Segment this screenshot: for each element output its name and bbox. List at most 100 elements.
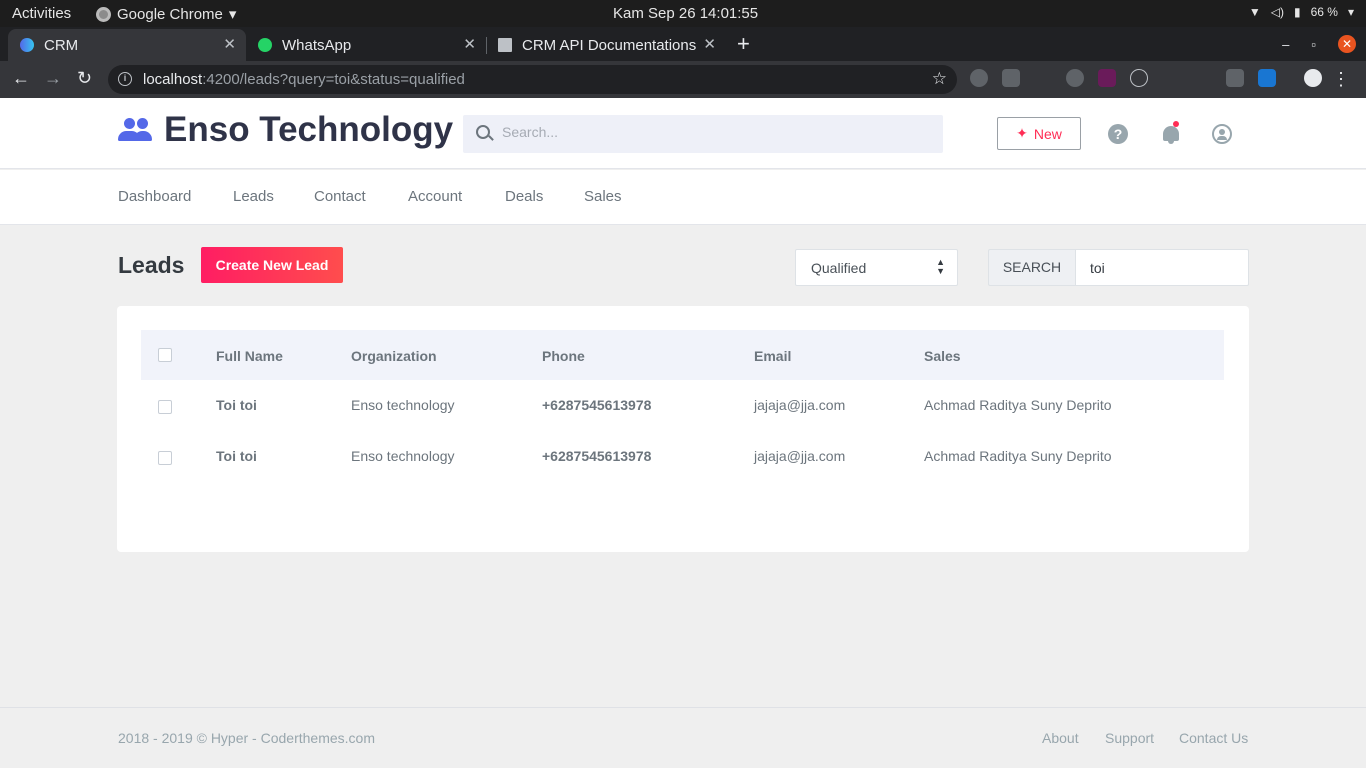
notification-dot — [1173, 121, 1179, 127]
row-checkbox[interactable] — [158, 400, 172, 414]
global-search-input[interactable] — [502, 124, 922, 140]
system-top-bar: Activities Google Chrome ▾ Kam Sep 26 14… — [0, 0, 1366, 27]
app-menu[interactable]: Google Chrome ▾ — [96, 5, 236, 23]
lead-search-input[interactable] — [1075, 249, 1249, 286]
nav-item-deals[interactable]: Deals — [505, 188, 543, 205]
row-checkbox[interactable] — [158, 451, 172, 465]
lead-search-label: SEARCH — [988, 249, 1075, 286]
volume-icon: ◁) — [1270, 5, 1284, 19]
footer-link-about[interactable]: About — [1042, 730, 1079, 746]
react-devtools-icon[interactable] — [1130, 69, 1148, 87]
document-favicon-icon — [498, 38, 512, 52]
extension-icon[interactable] — [1066, 69, 1084, 87]
nav-item-account[interactable]: Account — [408, 188, 462, 205]
leads-table: Full Name Organization Phone Email Sales… — [141, 330, 1224, 482]
url-text[interactable]: localhost:4200/leads?query=toi&status=qu… — [143, 71, 465, 88]
close-window-icon[interactable]: ✕ — [1338, 35, 1356, 53]
close-tab-icon[interactable]: ✕ — [223, 35, 236, 53]
column-header-phone[interactable]: Phone — [542, 348, 585, 364]
cell-organization: Enso technology — [351, 397, 455, 413]
system-tray[interactable]: ▼ ◁) ▮ 66 % ▾ — [1249, 5, 1354, 19]
minimize-icon[interactable]: – — [1282, 37, 1289, 52]
browser-toolbar: ← → ↻ i localhost:4200/leads?query=toi&s… — [0, 61, 1366, 98]
cell-full-name[interactable]: Toi toi — [216, 397, 257, 413]
browser-menu-icon[interactable]: ⋮ — [1332, 69, 1350, 90]
brand[interactable]: Enso Technology — [118, 110, 453, 150]
activities-button[interactable]: Activities — [12, 5, 71, 22]
leads-card: Full Name Organization Phone Email Sales… — [117, 306, 1249, 552]
caret-down-icon: ▾ — [228, 6, 237, 23]
lead-search-group: SEARCH — [988, 249, 1249, 286]
nav-item-contact[interactable]: Contact — [314, 188, 366, 205]
cell-organization: Enso technology — [351, 448, 455, 464]
battery-percent: 66 % — [1310, 5, 1338, 19]
table-header: Full Name Organization Phone Email Sales — [141, 330, 1224, 380]
new-tab-button[interactable]: + — [737, 31, 750, 57]
address-bar[interactable]: i localhost:4200/leads?query=toi&status=… — [108, 65, 957, 94]
extension-icon[interactable] — [1098, 69, 1116, 87]
extension-icon[interactable] — [970, 69, 988, 87]
close-tab-icon[interactable]: ✕ — [703, 35, 716, 53]
back-arrow-icon[interactable]: ← — [12, 68, 30, 89]
select-all-checkbox[interactable] — [158, 348, 172, 362]
tab-api-docs[interactable]: CRM API Documentations ✕ — [486, 29, 726, 61]
column-header-organization[interactable]: Organization — [351, 348, 437, 364]
brand-title: Enso Technology — [164, 110, 454, 149]
notification-bell-icon[interactable] — [1161, 121, 1181, 144]
footer-copyright: 2018 - 2019 © Hyper - Coderthemes.com — [118, 730, 375, 746]
maximize-icon[interactable]: ▫ — [1311, 37, 1316, 52]
tab-title: WhatsApp — [282, 36, 352, 54]
page-footer: 2018 - 2019 © Hyper - Coderthemes.com Ab… — [0, 707, 1366, 768]
select-arrows-icon: ▲ ▼ — [936, 257, 945, 276]
table-row[interactable]: Toi toi Enso technology +6287545613978 j… — [141, 431, 1224, 482]
wifi-icon: ▼ — [1248, 5, 1261, 19]
column-header-sales[interactable]: Sales — [924, 348, 961, 364]
extension-icon[interactable] — [1162, 69, 1180, 87]
column-header-full-name[interactable]: Full Name — [216, 348, 283, 364]
table-row[interactable]: Toi toi Enso technology +6287545613978 j… — [141, 380, 1224, 431]
cell-sales: Achmad Raditya Suny Deprito — [924, 397, 1112, 413]
forward-arrow-icon[interactable]: → — [44, 68, 62, 89]
cell-phone: +6287545613978 — [542, 448, 652, 464]
extension-icon[interactable] — [1034, 69, 1052, 87]
cell-full-name[interactable]: Toi toi — [216, 448, 257, 464]
extension-icon[interactable] — [1002, 69, 1020, 87]
url-host: localhost — [143, 71, 203, 88]
extension-icon[interactable] — [1226, 69, 1244, 87]
whatsapp-favicon-icon — [258, 38, 272, 52]
profile-icon[interactable] — [1304, 69, 1322, 87]
app-header: Enso Technology ✦ New ? — [0, 98, 1366, 169]
extension-icon[interactable] — [1194, 69, 1212, 87]
nav-item-sales[interactable]: Sales — [584, 188, 622, 205]
status-filter-value: Qualified — [811, 260, 867, 276]
help-icon[interactable]: ? — [1108, 124, 1128, 144]
tab-whatsapp[interactable]: WhatsApp ✕ — [246, 29, 487, 61]
status-filter-select[interactable]: Qualified ▲ ▼ — [795, 249, 958, 286]
site-info-icon[interactable]: i — [118, 72, 132, 86]
reload-icon[interactable]: ↻ — [77, 68, 92, 89]
close-tab-icon[interactable]: ✕ — [463, 35, 476, 53]
footer-link-support[interactable]: Support — [1105, 730, 1154, 746]
system-clock[interactable]: Kam Sep 26 14:01:55 — [613, 5, 758, 22]
crm-favicon-icon — [20, 38, 34, 52]
main-nav: Dashboard Leads Contact Account Deals Sa… — [0, 170, 1366, 225]
users-icon — [118, 118, 152, 142]
tab-title: CRM — [44, 36, 79, 54]
new-button[interactable]: ✦ New — [997, 117, 1081, 150]
cell-sales: Achmad Raditya Suny Deprito — [924, 448, 1112, 464]
chrome-icon — [96, 6, 111, 22]
footer-link-contact-us[interactable]: Contact Us — [1179, 730, 1248, 746]
url-path: :4200/leads?query=toi&status=qualified — [202, 71, 465, 88]
tab-crm[interactable]: CRM ✕ — [8, 29, 246, 61]
extension-icon[interactable] — [1258, 69, 1276, 87]
bookmark-star-icon[interactable]: ☆ — [932, 69, 947, 89]
new-button-label: New — [1033, 125, 1062, 142]
browser-tab-strip: CRM ✕ WhatsApp ✕ CRM API Documentations … — [0, 27, 1366, 61]
user-account-icon[interactable] — [1212, 124, 1232, 144]
column-header-email[interactable]: Email — [754, 348, 791, 364]
search-icon — [476, 125, 490, 139]
create-lead-button[interactable]: Create New Lead — [201, 247, 343, 283]
nav-item-dashboard[interactable]: Dashboard — [118, 188, 191, 205]
global-search — [463, 115, 943, 153]
nav-item-leads[interactable]: Leads — [233, 188, 274, 205]
